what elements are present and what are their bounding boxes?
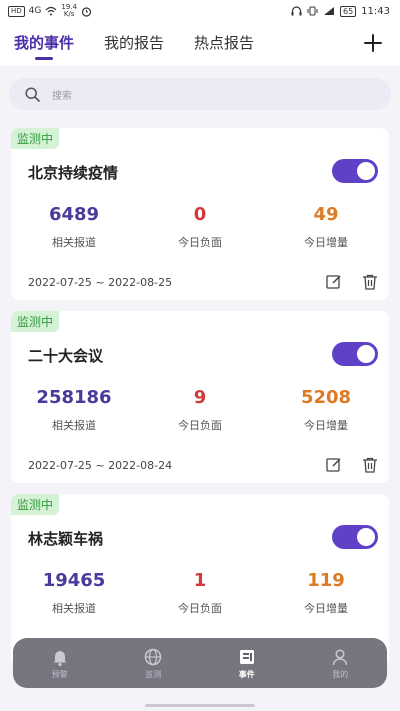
monitor-toggle[interactable]	[332, 342, 378, 366]
nav-label: 事件	[238, 669, 255, 679]
event-title: 林志颖车祸	[28, 530, 104, 548]
stat-related-reports: 258186 相关报道	[11, 387, 137, 433]
cellular-signal-icon	[323, 7, 334, 15]
stat-label: 今日增量	[304, 236, 348, 249]
stat-value: 1	[193, 570, 207, 591]
stat-value: 49	[313, 204, 339, 225]
stat-value: 19465	[42, 570, 106, 591]
bell-icon	[53, 650, 67, 666]
stat-today-negative: 1 今日负面	[137, 570, 263, 616]
event-card[interactable]: 监测中 二十大会议 258186 相关报道 9 今日负面 5208 今日增量 2…	[11, 311, 389, 483]
plus-icon	[364, 34, 382, 52]
status-badge: 监测中	[11, 311, 60, 332]
home-indicator	[145, 704, 255, 707]
stat-label: 相关报道	[52, 419, 96, 432]
stat-value: 258186	[36, 387, 112, 408]
stat-label: 今日增量	[304, 602, 348, 615]
event-title: 北京持续疫情	[28, 164, 119, 182]
delete-icon[interactable]	[361, 456, 379, 474]
tab-my-events[interactable]: 我的事件	[14, 22, 74, 66]
stat-today-negative: 9 今日负面	[137, 387, 263, 433]
search-placeholder: 搜索	[52, 90, 72, 102]
status-badge: 监测中	[11, 494, 60, 515]
event-title: 二十大会议	[28, 347, 104, 365]
stat-label: 相关报道	[52, 236, 96, 249]
stat-value: 9	[193, 387, 207, 408]
search-input[interactable]: 搜索	[9, 78, 391, 110]
edit-icon[interactable]	[325, 456, 343, 474]
nav-label: 监测	[145, 669, 162, 679]
status-badge: 监测中	[11, 128, 60, 149]
stat-label: 今日负面	[178, 419, 222, 432]
stat-today-negative: 0 今日负面	[137, 204, 263, 250]
nav-label: 预警	[51, 669, 68, 679]
monitor-toggle[interactable]	[332, 159, 378, 183]
hd-badge: HD	[8, 5, 25, 17]
stat-value: 0	[193, 204, 207, 225]
nav-item-monitor[interactable]: 监测	[107, 647, 201, 680]
alarm-icon	[81, 6, 92, 17]
wifi-icon	[45, 6, 57, 16]
stat-value: 6489	[48, 204, 100, 225]
battery-indicator: 65	[339, 5, 357, 17]
nav-item-alerts[interactable]: 预警	[13, 647, 107, 680]
network-speed: 19.4 K/s	[61, 4, 77, 18]
add-event-button[interactable]	[360, 30, 386, 56]
toggle-knob	[357, 345, 375, 363]
event-stats: 19465 相关报道 1 今日负面 119 今日增量	[11, 570, 389, 616]
stat-today-increase: 119 今日增量	[263, 570, 389, 616]
nav-item-profile[interactable]: 我的	[294, 647, 388, 680]
stat-value: 119	[307, 570, 345, 591]
events-icon	[239, 649, 254, 664]
vibrate-icon	[307, 6, 318, 16]
stat-label: 相关报道	[52, 602, 96, 615]
user-icon	[333, 648, 348, 665]
stat-label: 今日增量	[304, 419, 348, 432]
stat-label: 今日负面	[178, 236, 222, 249]
nav-label: 我的	[332, 669, 349, 679]
event-card[interactable]: 监测中 北京持续疫情 6489 相关报道 0 今日负面 49 今日增量 2022…	[11, 128, 389, 300]
event-stats: 6489 相关报道 0 今日负面 49 今日增量	[11, 204, 389, 250]
tab-hot-reports[interactable]: 热点报告	[194, 22, 254, 66]
stat-value: 5208	[300, 387, 352, 408]
date-range: 2022-07-25 ~ 2022-08-24	[28, 459, 173, 472]
toggle-knob	[357, 162, 375, 180]
top-tab-bar: 我的事件 我的报告 热点报告	[0, 22, 400, 66]
stat-related-reports: 6489 相关报道	[11, 204, 137, 250]
stat-label: 今日负面	[178, 602, 222, 615]
stat-today-increase: 5208 今日增量	[263, 387, 389, 433]
stat-today-increase: 49 今日增量	[263, 204, 389, 250]
toggle-knob	[357, 528, 375, 546]
headphones-icon	[291, 6, 302, 16]
stat-related-reports: 19465 相关报道	[11, 570, 137, 616]
bottom-nav-bar: 预警 监测 事件 我的	[13, 638, 387, 688]
edit-icon[interactable]	[325, 273, 343, 291]
event-stats: 258186 相关报道 9 今日负面 5208 今日增量	[11, 387, 389, 433]
date-range: 2022-07-25 ~ 2022-08-25	[28, 276, 173, 289]
clock: 11:43	[361, 5, 390, 17]
speed-unit: K/s	[63, 10, 75, 18]
nav-item-events[interactable]: 事件	[200, 647, 294, 680]
search-icon	[25, 86, 40, 102]
signal-indicator: 4G	[28, 6, 42, 16]
globe-icon	[145, 648, 162, 665]
delete-icon[interactable]	[361, 273, 379, 291]
tab-my-reports[interactable]: 我的报告	[104, 22, 164, 66]
monitor-toggle[interactable]	[332, 525, 378, 549]
status-bar: HD 4G 19.4 K/s 65 11:43	[0, 0, 400, 22]
